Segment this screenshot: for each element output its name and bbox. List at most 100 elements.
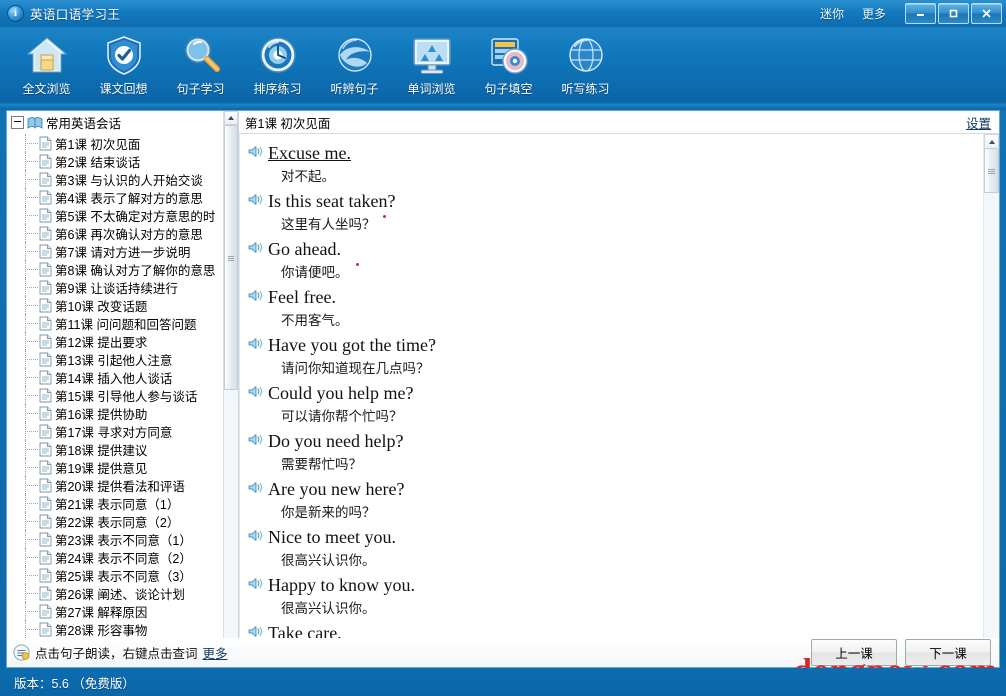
settings-link[interactable]: 设置 <box>966 113 991 132</box>
tree-item-lesson-17[interactable]: 第17课 寻求对方同意 <box>7 422 224 440</box>
sentence-row[interactable]: Are you new here? <box>248 477 984 502</box>
tree-vertical-scrollbar[interactable] <box>223 111 238 652</box>
sentence-row[interactable]: Could you help me? <box>248 381 984 406</box>
toolbar-sentence-fill-blank[interactable]: 句子填空 <box>470 27 547 97</box>
tree-item-lesson-21[interactable]: 第21课 表示同意（1） <box>7 494 224 512</box>
tree-item-lesson-23[interactable]: 第23课 表示不同意（1） <box>7 530 224 548</box>
maximize-button[interactable] <box>938 3 969 24</box>
speaker-button[interactable] <box>248 333 268 355</box>
previous-lesson-button[interactable]: 上一课 <box>811 639 897 666</box>
sentence-english[interactable]: Excuse me. <box>268 141 351 165</box>
tree-item-lesson-7[interactable]: 第7课 请对方进一步说明 <box>7 242 224 260</box>
collapse-expander-icon[interactable] <box>11 116 24 129</box>
sentence-english[interactable]: Do you need help? <box>268 429 403 453</box>
speaker-button[interactable] <box>248 285 268 307</box>
sentence-row[interactable]: Feel free. <box>248 285 984 310</box>
speaker-icon[interactable] <box>248 481 263 494</box>
tree-item-lesson-18[interactable]: 第18课 提供建议 <box>7 440 224 458</box>
tree-item-lesson-26[interactable]: 第26课 阐述、谈论计划 <box>7 584 224 602</box>
speaker-icon[interactable] <box>248 577 263 590</box>
speaker-button[interactable] <box>248 429 268 451</box>
content-scroll-up-button[interactable] <box>984 134 999 149</box>
tree-item-lesson-25[interactable]: 第25课 表示不同意（3） <box>7 566 224 584</box>
toolbar-dictation-practice[interactable]: 听写练习 <box>547 27 624 97</box>
sentence-english[interactable]: Nice to meet you. <box>268 525 396 549</box>
close-button[interactable] <box>971 3 1002 24</box>
speaker-icon[interactable] <box>248 529 263 542</box>
speaker-icon[interactable] <box>248 145 263 158</box>
lesson-tree[interactable]: 常用英语会话 第1课 初次见面 第2课 结束谈话 第3课 与认识的人开始交谈 第4课 … <box>7 111 224 652</box>
tree-item-lesson-27[interactable]: 第27课 解释原因 <box>7 602 224 620</box>
tree-item-lesson-28[interactable]: 第28课 形容事物 <box>7 620 224 638</box>
tree-item-lesson-4[interactable]: 第4课 表示了解对方的意思 <box>7 188 224 206</box>
sentence-row[interactable]: Is this seat taken? <box>248 189 984 214</box>
content-scroll-track[interactable] <box>984 148 999 653</box>
more-link[interactable]: 更多 <box>853 3 895 24</box>
tree-item-lesson-11[interactable]: 第11课 问问题和回答问题 <box>7 314 224 332</box>
minimize-button[interactable] <box>905 3 936 24</box>
speaker-icon[interactable] <box>248 289 263 302</box>
tree-item-lesson-14[interactable]: 第14课 插入他人谈话 <box>7 368 224 386</box>
sentence-row[interactable]: Have you got the time? <box>248 333 984 358</box>
speaker-icon[interactable] <box>248 193 263 206</box>
sentence-row[interactable]: Excuse me. <box>248 141 984 166</box>
sentence-row[interactable]: Go ahead. <box>248 237 984 262</box>
tree-item-lesson-8[interactable]: 第8课 确认对方了解你的意思 <box>7 260 224 278</box>
sentence-english[interactable]: Feel free. <box>268 285 336 309</box>
tree-item-lesson-19[interactable]: 第19课 提供意见 <box>7 458 224 476</box>
tree-item-lesson-1[interactable]: 第1课 初次见面 <box>7 134 224 152</box>
tree-item-lesson-6[interactable]: 第6课 再次确认对方的意思 <box>7 224 224 242</box>
tree-item-lesson-22[interactable]: 第22课 表示同意（2） <box>7 512 224 530</box>
content-vertical-scrollbar[interactable] <box>983 134 999 667</box>
tree-scroll-thumb[interactable] <box>224 125 238 390</box>
tree-item-lesson-24[interactable]: 第24课 表示不同意（2） <box>7 548 224 566</box>
speaker-button[interactable] <box>248 477 268 499</box>
sentence-row[interactable]: Do you need help? <box>248 429 984 454</box>
sentence-english[interactable]: Go ahead. <box>268 237 341 261</box>
status-more-link[interactable]: 更多 <box>203 643 228 662</box>
speaker-button[interactable] <box>248 237 268 259</box>
speaker-icon[interactable] <box>248 433 263 446</box>
toolbar-ordering-practice[interactable]: 排序练习 <box>239 27 316 97</box>
tree-item-lesson-13[interactable]: 第13课 引起他人注意 <box>7 350 224 368</box>
tree-scroll-up-button[interactable] <box>224 111 238 125</box>
document-icon <box>39 550 52 564</box>
tree-root-node[interactable]: 常用英语会话 <box>7 111 224 134</box>
speaker-button[interactable] <box>248 189 268 211</box>
sentence-english[interactable]: Is this seat taken? <box>268 189 395 213</box>
tree-item-lesson-12[interactable]: 第12课 提出要求 <box>7 332 224 350</box>
sentence-english[interactable]: Could you help me? <box>268 381 413 405</box>
speaker-button[interactable] <box>248 381 268 403</box>
tree-guide <box>19 368 39 386</box>
tree-item-lesson-3[interactable]: 第3课 与认识的人开始交谈 <box>7 170 224 188</box>
sentence-row[interactable]: Happy to know you. <box>248 573 984 598</box>
toolbar-lesson-recall[interactable]: 课文回想 <box>85 27 162 97</box>
tree-item-lesson-20[interactable]: 第20课 提供看法和评语 <box>7 476 224 494</box>
speaker-button[interactable] <box>248 573 268 595</box>
content-scroll-thumb[interactable] <box>984 148 999 193</box>
toolbar-word-browse[interactable]: 单词浏览 <box>393 27 470 97</box>
tree-item-lesson-2[interactable]: 第2课 结束谈话 <box>7 152 224 170</box>
sentence-english[interactable]: Are you new here? <box>268 477 404 501</box>
speaker-button[interactable] <box>248 141 268 163</box>
toolbar-listening-discrimination[interactable]: 听辨句子 <box>316 27 393 97</box>
toolbar-sentence-study[interactable]: 句子学习 <box>162 27 239 97</box>
speaker-icon[interactable] <box>248 385 263 398</box>
toolbar-full-text-browse[interactable]: 全文浏览 <box>8 27 85 97</box>
mini-mode-link[interactable]: 迷你 <box>811 3 853 24</box>
speaker-button[interactable] <box>248 525 268 547</box>
speaker-icon[interactable] <box>248 241 263 254</box>
tree-item-lesson-9[interactable]: 第9课 让谈话持续进行 <box>7 278 224 296</box>
speaker-icon[interactable] <box>248 625 263 638</box>
tree-item-lesson-16[interactable]: 第16课 提供协助 <box>7 404 224 422</box>
tree-item-lesson-5[interactable]: 第5课 不太确定对方意思的时 <box>7 206 224 224</box>
tree-scroll-track[interactable] <box>224 125 238 638</box>
sentence-row[interactable]: Nice to meet you. <box>248 525 984 550</box>
sentence-english[interactable]: Have you got the time? <box>268 333 436 357</box>
tree-item-lesson-15[interactable]: 第15课 引导他人参与谈话 <box>7 386 224 404</box>
speaker-icon[interactable] <box>248 337 263 350</box>
sentence-english[interactable]: Happy to know you. <box>268 573 415 597</box>
tree-guide <box>19 188 39 206</box>
next-lesson-button[interactable]: 下一课 <box>905 639 991 666</box>
tree-item-lesson-10[interactable]: 第10课 改变话题 <box>7 296 224 314</box>
